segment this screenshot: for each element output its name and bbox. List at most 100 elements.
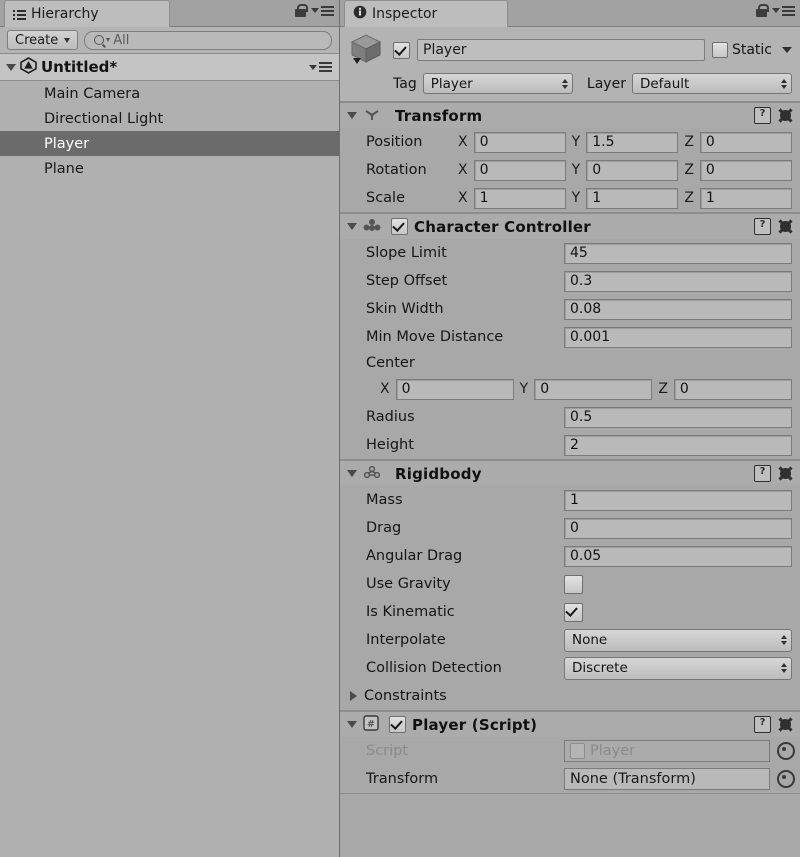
rotation-y-value: 0 (592, 162, 602, 178)
step-offset-value: 0.3 (570, 273, 593, 289)
center-x-input[interactable]: 0 (395, 378, 514, 400)
hamburger-menu-icon[interactable] (311, 5, 334, 16)
collapse-triangle-icon[interactable] (350, 691, 357, 701)
property-label: Center (366, 355, 415, 371)
gameobject-name-value: Player (423, 42, 467, 58)
object-picker-icon[interactable] (777, 770, 795, 788)
expand-triangle-icon[interactable] (347, 112, 357, 119)
use-gravity-checkbox[interactable] (564, 574, 583, 594)
tab-hierarchy-label: Hierarchy (31, 6, 99, 22)
search-input[interactable]: All (84, 30, 332, 50)
gear-icon[interactable] (778, 219, 793, 234)
rotation-x-input[interactable]: 0 (473, 159, 566, 181)
list-item[interactable]: Plane (0, 156, 339, 181)
is-kinematic-checkbox[interactable] (564, 602, 583, 622)
hamburger-menu-icon[interactable] (772, 5, 795, 16)
constraints-foldout[interactable]: Constraints (340, 682, 800, 710)
position-z-input[interactable]: 0 (699, 131, 792, 153)
property-label: Mass (366, 492, 403, 508)
center-vector-row: X 0 Y 0 Z 0 (340, 375, 800, 403)
rotation-z-input[interactable]: 0 (699, 159, 792, 181)
rotation-y-input[interactable]: 0 (586, 159, 679, 181)
center-y-input[interactable]: 0 (534, 378, 653, 400)
property-label: Slope Limit (366, 245, 447, 261)
expand-triangle-icon[interactable] (6, 63, 16, 71)
list-item[interactable]: Player (0, 131, 339, 156)
updown-arrows-icon (561, 78, 568, 89)
axis-label-z: Z (658, 381, 668, 397)
tag-dropdown[interactable]: Player (422, 73, 573, 94)
component-enabled-checkbox[interactable] (389, 716, 406, 733)
tab-hierarchy[interactable]: Hierarchy (4, 0, 170, 27)
constraints-label: Constraints (364, 688, 447, 704)
height-input[interactable]: 2 (564, 434, 792, 456)
help-icon[interactable]: ? (754, 218, 771, 235)
property-label: Transform (366, 771, 439, 787)
drag-input[interactable]: 0 (564, 517, 792, 539)
lock-icon[interactable] (295, 4, 308, 17)
info-icon (353, 5, 367, 23)
position-x-input[interactable]: 0 (473, 131, 566, 153)
gameobject-enabled-checkbox[interactable] (393, 41, 410, 59)
layer-dropdown[interactable]: Default (631, 73, 792, 94)
help-icon[interactable]: ? (754, 716, 771, 733)
position-y-input[interactable]: 1.5 (586, 131, 679, 153)
tab-inspector[interactable]: Inspector (344, 0, 509, 27)
min-move-distance-input[interactable]: 0.001 (564, 326, 792, 348)
hierarchy-item-label: Plane (44, 160, 84, 177)
center-z-input[interactable]: 0 (673, 378, 792, 400)
min-move-distance-row: Min Move Distance 0.001 (340, 323, 800, 351)
gear-icon[interactable] (778, 466, 793, 481)
scale-x-input[interactable]: 1 (473, 187, 566, 209)
help-icon[interactable]: ? (754, 107, 771, 124)
step-offset-row: Step Offset 0.3 (340, 267, 800, 295)
search-placeholder: All (113, 32, 130, 48)
gear-icon[interactable] (778, 108, 793, 123)
scene-context-menu-icon[interactable] (309, 62, 332, 72)
gameobject-name-input[interactable]: Player (417, 39, 705, 61)
gear-icon[interactable] (778, 717, 793, 732)
chevron-down-icon (106, 38, 111, 42)
inspector-tab-tools (756, 4, 795, 17)
component-header[interactable]: # Player (Script) ? (340, 712, 800, 737)
component-rigidbody: Rigidbody ? Mass 1 Drag 0 Angular Drag 0… (340, 460, 800, 711)
scale-y-input[interactable]: 1 (586, 187, 679, 209)
height-row: Height 2 (340, 431, 800, 459)
angular-drag-row: Angular Drag 0.05 (340, 542, 800, 570)
lock-icon[interactable] (756, 4, 769, 17)
object-picker-icon[interactable] (777, 742, 795, 760)
chevron-down-icon[interactable] (782, 47, 792, 53)
component-header[interactable]: Character Controller ? (340, 214, 800, 239)
transform-object-field[interactable]: None (Transform) (564, 768, 770, 790)
collision-detection-dropdown[interactable]: Discrete (564, 656, 792, 680)
interpolate-dropdown[interactable]: None (564, 628, 792, 652)
list-item[interactable]: Main Camera (0, 81, 339, 106)
static-checkbox[interactable] (711, 42, 728, 58)
collision-detection-row: Collision Detection Discrete (340, 654, 800, 682)
component-header[interactable]: Rigidbody ? (340, 461, 800, 486)
skin-width-input[interactable]: 0.08 (564, 298, 792, 320)
expand-triangle-icon[interactable] (347, 470, 357, 477)
axis-label-z: Z (684, 190, 694, 206)
script-value: Player (590, 743, 636, 759)
angular-drag-input[interactable]: 0.05 (564, 545, 792, 567)
scene-root-row[interactable]: Untitled* (0, 54, 339, 81)
create-button[interactable]: Create (7, 30, 79, 50)
axis-label-x: X (458, 190, 468, 206)
component-character-controller: Character Controller ? Slope Limit 45 St… (340, 213, 800, 460)
component-enabled-checkbox[interactable] (391, 218, 408, 235)
slope-limit-input[interactable]: 45 (564, 242, 792, 264)
mass-input[interactable]: 1 (564, 489, 792, 511)
transform-position-row: Position X 0 Y 1.5 Z 0 (340, 128, 800, 156)
static-toggle[interactable]: Static (711, 42, 792, 58)
scale-z-input[interactable]: 1 (699, 187, 792, 209)
updown-arrows-icon (781, 635, 787, 645)
component-header[interactable]: Transform ? (340, 103, 800, 128)
list-item[interactable]: Directional Light (0, 106, 339, 131)
hierarchy-tabbar: Hierarchy (0, 0, 339, 27)
help-icon[interactable]: ? (754, 465, 771, 482)
expand-triangle-icon[interactable] (347, 721, 357, 728)
radius-input[interactable]: 0.5 (564, 406, 792, 428)
step-offset-input[interactable]: 0.3 (564, 270, 792, 292)
expand-triangle-icon[interactable] (347, 223, 357, 230)
